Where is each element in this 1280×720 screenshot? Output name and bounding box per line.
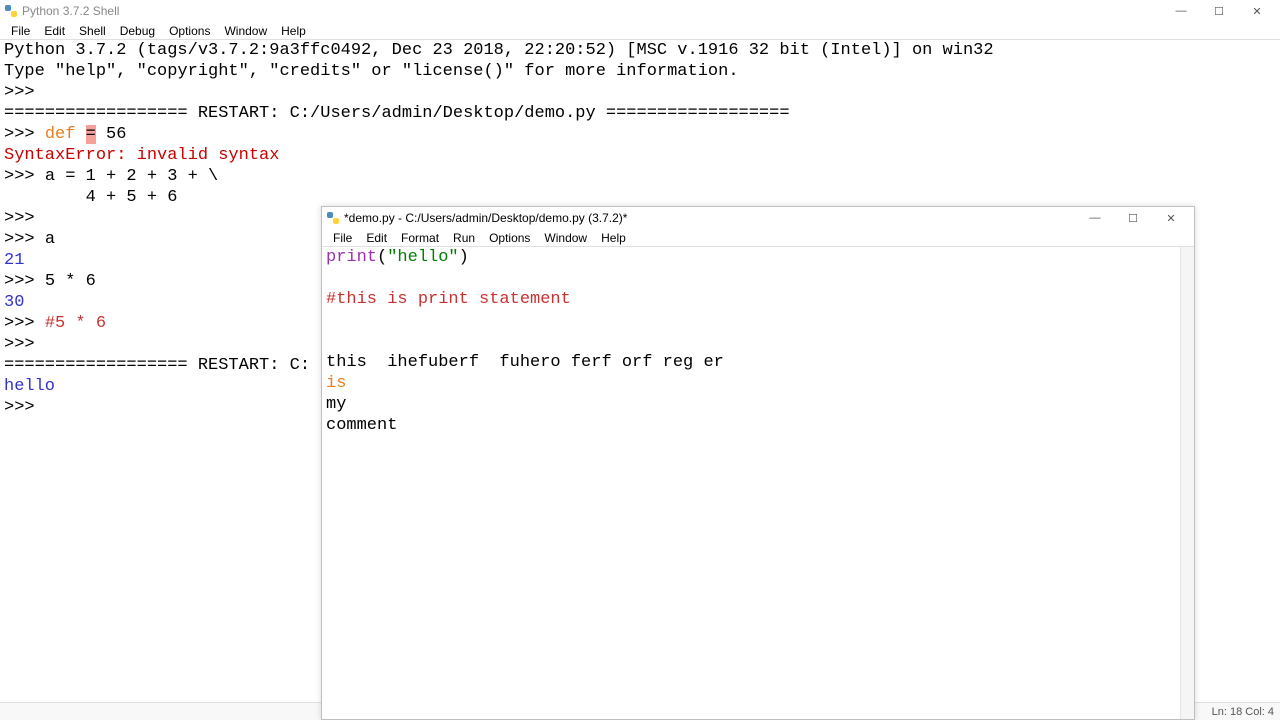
code-line-my: my xyxy=(326,395,346,414)
kw-is: is xyxy=(326,374,346,393)
prompt: >>> xyxy=(4,83,35,102)
input-a2: 4 + 5 + 6 xyxy=(45,188,178,207)
shell-banner-1: Python 3.7.2 (tags/v3.7.2:9a3ffc0492, De… xyxy=(4,41,994,60)
paren-close: ) xyxy=(459,248,469,267)
output-30: 30 xyxy=(4,293,24,312)
shell-titlebar[interactable]: Python 3.7.2 Shell — ☐ ✕ xyxy=(0,0,1280,22)
minimize-button[interactable]: — xyxy=(1162,0,1200,22)
menu-edit[interactable]: Edit xyxy=(37,23,72,39)
error-highlight: = xyxy=(86,125,96,144)
editor-title: *demo.py - C:/Users/admin/Desktop/demo.p… xyxy=(344,211,627,225)
menu-debug[interactable]: Debug xyxy=(113,23,162,39)
menu-window[interactable]: Window xyxy=(217,23,274,39)
shell-menubar: File Edit Shell Debug Options Window Hel… xyxy=(0,22,1280,40)
maximize-button[interactable]: ☐ xyxy=(1200,0,1238,22)
restart-line-1: ================== RESTART: C:/Users/adm… xyxy=(4,104,790,123)
scrollbar-vertical[interactable] xyxy=(1180,247,1194,719)
menu-shell[interactable]: Shell xyxy=(72,23,113,39)
menu-run[interactable]: Run xyxy=(446,230,482,246)
editor-window-controls: — ☐ ✕ xyxy=(1076,207,1190,229)
shell-window-controls: — ☐ ✕ xyxy=(1162,0,1276,22)
input-comment: #5 * 6 xyxy=(45,314,106,333)
cursor-position: Ln: 18 Col: 4 xyxy=(1212,706,1274,718)
menu-help[interactable]: Help xyxy=(594,230,633,246)
output-hello: hello xyxy=(4,377,55,396)
prompt: >>> xyxy=(4,335,35,354)
editor-menubar: File Edit Format Run Options Window Help xyxy=(322,229,1194,247)
menu-options[interactable]: Options xyxy=(482,230,537,246)
restart-line-2: ================== RESTART: C: xyxy=(4,356,310,375)
editor-content[interactable]: print("hello") #this is print statement … xyxy=(322,247,1194,719)
input-5x6: 5 * 6 xyxy=(45,272,96,291)
shell-title: Python 3.7.2 Shell xyxy=(22,4,119,18)
menu-edit[interactable]: Edit xyxy=(359,230,394,246)
minimize-button[interactable]: — xyxy=(1076,207,1114,229)
editor-window: *demo.py - C:/Users/admin/Desktop/demo.p… xyxy=(321,206,1195,720)
paren-open: ( xyxy=(377,248,387,267)
prompt: >>> xyxy=(4,398,35,417)
menu-window[interactable]: Window xyxy=(537,230,594,246)
fn-print: print xyxy=(326,248,377,267)
code-line-this: this ihefuberf fuhero ferf orf reg er xyxy=(326,353,724,372)
python-icon xyxy=(326,211,340,225)
maximize-button[interactable]: ☐ xyxy=(1114,207,1152,229)
syntax-error: SyntaxError: invalid syntax xyxy=(4,146,279,165)
prompt: >>> xyxy=(4,230,35,249)
prompt: >>> xyxy=(4,125,35,144)
prompt: >>> xyxy=(4,272,35,291)
prompt: >>> xyxy=(4,167,35,186)
menu-help[interactable]: Help xyxy=(274,23,313,39)
output-21: 21 xyxy=(4,251,24,270)
menu-file[interactable]: File xyxy=(326,230,359,246)
input-a1: a = 1 + 2 + 3 + \ xyxy=(45,167,218,186)
menu-file[interactable]: File xyxy=(4,23,37,39)
shell-banner-2: Type "help", "copyright", "credits" or "… xyxy=(4,62,739,81)
comment-line: #this is print statement xyxy=(326,290,571,309)
prompt: >>> xyxy=(4,314,35,333)
close-button[interactable]: ✕ xyxy=(1152,207,1190,229)
code-line-comment: comment xyxy=(326,416,397,435)
kw-def: def xyxy=(45,125,76,144)
close-button[interactable]: ✕ xyxy=(1238,0,1276,22)
def-rest: 56 xyxy=(96,125,127,144)
menu-options[interactable]: Options xyxy=(162,23,217,39)
editor-titlebar[interactable]: *demo.py - C:/Users/admin/Desktop/demo.p… xyxy=(322,207,1194,229)
prompt: >>> xyxy=(4,209,35,228)
menu-format[interactable]: Format xyxy=(394,230,446,246)
python-icon xyxy=(4,4,18,18)
str-hello: "hello" xyxy=(387,248,458,267)
input-a: a xyxy=(45,230,55,249)
